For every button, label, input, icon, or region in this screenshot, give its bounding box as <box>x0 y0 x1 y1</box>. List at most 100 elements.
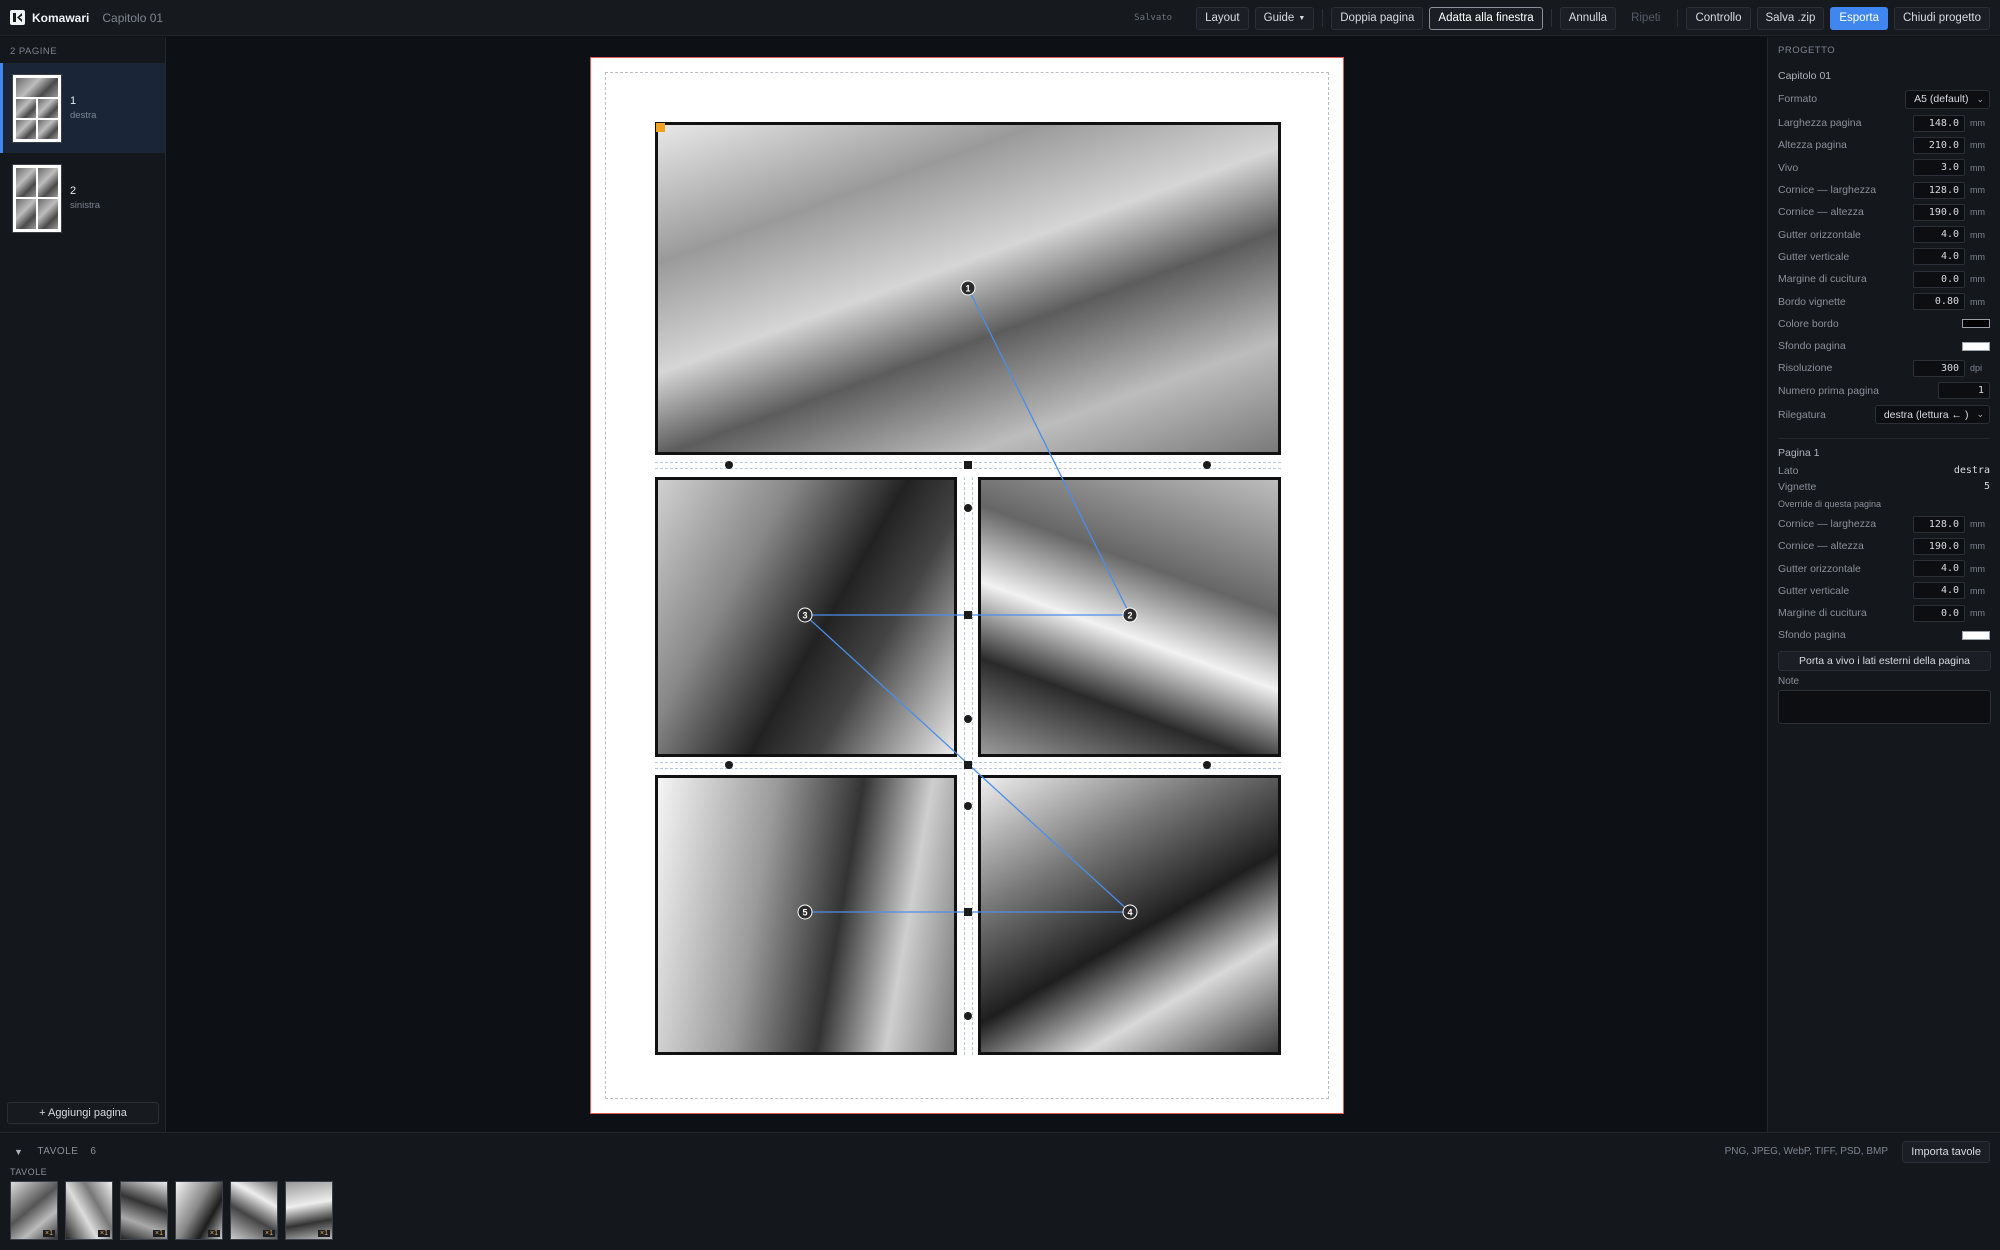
properties-panel: PROGETTO Capitolo 01 Formato A5 (default… <box>1767 37 2000 1132</box>
fit-window-button[interactable]: Adatta alla finestra <box>1429 6 1543 30</box>
artwork-tray: ▼ TAVOLE 6 TAVOLE ×1 ×1 ×1 ×1 ×1 ×1 PNG,… <box>0 1132 2000 1250</box>
notes-label: Note <box>1778 675 1800 687</box>
override-page-bg-label: Sfondo pagina <box>1778 629 1846 642</box>
guides-dropdown[interactable]: Guide ▼ <box>1254 6 1315 30</box>
side-value: destra <box>1953 465 1990 477</box>
page-bg-swatch[interactable] <box>1962 341 1990 351</box>
unit-label: mm <box>1970 118 1985 129</box>
import-artwork-button[interactable]: Importa tavole <box>1902 1141 1990 1163</box>
override-frame-height-input[interactable]: 190.0 <box>1913 537 1965 555</box>
gutter-junction-handle[interactable] <box>964 761 972 769</box>
override-horizontal-gutter-label: Gutter orizzontale <box>1778 562 1861 575</box>
page-item-2[interactable]: 2 sinistra <box>0 153 165 243</box>
override-page-bg-swatch[interactable] <box>1962 630 1990 640</box>
binding-select[interactable]: destra (lettura ← ) ⌄ <box>1874 405 1990 425</box>
save-status: Salvato <box>1134 13 1173 23</box>
field-row: Cornice — larghezza 128.0 mm <box>1778 513 1990 535</box>
save-zip-button[interactable]: Salva .zip <box>1756 6 1825 30</box>
gutter-junction-handle[interactable] <box>964 461 972 469</box>
layout-button[interactable]: Layout <box>1196 6 1249 30</box>
chevron-down-icon: ⌄ <box>1976 93 1984 104</box>
page-thumbnail <box>12 73 62 143</box>
gutter-handle[interactable] <box>725 461 733 469</box>
unit-label: mm <box>1970 563 1985 574</box>
page-side: sinistra <box>70 200 101 211</box>
gutter-handle[interactable] <box>964 802 972 810</box>
collapse-triangle-icon[interactable]: ▼ <box>14 1147 23 1157</box>
field-row: Margine di cucitura 0.0 mm <box>1778 602 1990 624</box>
field-row: Cornice — altezza 190.0 mm <box>1778 535 1990 557</box>
export-button[interactable]: Esporta <box>1830 6 1888 30</box>
panel-order-badge: 3 <box>797 607 813 623</box>
page-number: 2 <box>70 185 77 197</box>
side-row: Lato destra <box>1778 463 1990 479</box>
undo-button[interactable]: Annulla <box>1559 6 1617 30</box>
override-binding-margin-label: Margine di cucitura <box>1778 607 1867 620</box>
override-vertical-gutter-input[interactable]: 4.0 <box>1913 582 1965 600</box>
border-color-row: Colore bordo <box>1778 313 1990 335</box>
field-row: Cornice — larghezza 128.0 mm <box>1778 179 1990 201</box>
first-page-input[interactable]: 1 <box>1938 382 1990 400</box>
format-select[interactable]: A5 (default) ⌄ <box>1905 89 1990 109</box>
panel-border-input[interactable]: 0.80 <box>1913 293 1965 311</box>
field-row: Bordo vignette 0.80 mm <box>1778 290 1990 312</box>
top-bar: Komawari Capitolo 01 Salvato Layout Guid… <box>0 0 2000 36</box>
binding-row: Rilegatura destra (lettura ← ) ⌄ <box>1778 402 1990 428</box>
app-name: Komawari <box>32 10 90 25</box>
bleed-outer-edges-button[interactable]: Porta a vivo i lati esterni della pagina <box>1778 650 1991 671</box>
tray-list-label: TAVOLE <box>10 1167 48 1177</box>
toolbar-separator <box>1550 9 1552 27</box>
frame-height-input[interactable]: 190.0 <box>1913 203 1965 221</box>
supported-formats: PNG, JPEG, WebP, TIFF, PSD, BMP <box>1724 1146 1888 1157</box>
undo-label: Annulla <box>1568 12 1608 24</box>
double-page-button[interactable]: Doppia pagina <box>1331 6 1424 30</box>
override-binding-margin-input[interactable]: 0.0 <box>1913 604 1965 622</box>
artwork-thumbnail[interactable]: ×1 <box>285 1181 333 1240</box>
artwork-thumbnail[interactable]: ×1 <box>10 1181 58 1240</box>
gutter-junction-handle[interactable] <box>964 908 972 916</box>
gutter-handle[interactable] <box>725 761 733 769</box>
gutter-handle[interactable] <box>1203 461 1211 469</box>
page-item-1[interactable]: 1 destra <box>0 63 165 153</box>
binding-margin-label: Margine di cucitura <box>1778 273 1867 286</box>
binding-value: destra (lettura ← ) <box>1883 408 1969 421</box>
frame-width-label: Cornice — larghezza <box>1778 184 1877 197</box>
page-height-input[interactable]: 210.0 <box>1913 136 1965 154</box>
notes-textarea[interactable] <box>1778 689 1991 724</box>
artwork-thumbnail[interactable]: ×1 <box>230 1181 278 1240</box>
add-page-button[interactable]: + Aggiungi pagina <box>7 1102 159 1124</box>
override-horizontal-gutter-input[interactable]: 4.0 <box>1913 560 1965 578</box>
tray-header[interactable]: ▼ TAVOLE 6 <box>14 1146 96 1157</box>
page-bg-row: Sfondo pagina <box>1778 335 1990 357</box>
bleed-input[interactable]: 3.0 <box>1913 159 1965 177</box>
gutter-handle[interactable] <box>964 504 972 512</box>
check-button[interactable]: Controllo <box>1686 6 1751 30</box>
vertical-gutter-input[interactable]: 4.0 <box>1913 248 1965 266</box>
border-color-swatch[interactable] <box>1962 319 1990 329</box>
redo-button[interactable]: Ripeti <box>1622 7 1669 30</box>
editor-canvas[interactable]: 1 2 3 4 5 <box>167 37 1767 1132</box>
unit-label: mm <box>1970 608 1985 619</box>
artwork-thumbnail[interactable]: ×1 <box>65 1181 113 1240</box>
unit-label: mm <box>1970 274 1985 285</box>
gutter-handle[interactable] <box>964 715 972 723</box>
project-name: Capitolo 01 <box>1778 70 1832 82</box>
side-label: Lato <box>1778 464 1799 477</box>
gutter-junction-handle[interactable] <box>964 611 972 619</box>
binding-margin-input[interactable]: 0.0 <box>1913 270 1965 288</box>
gutter-handle[interactable] <box>964 1012 972 1020</box>
unit-label: mm <box>1970 541 1985 552</box>
unit-label: mm <box>1970 585 1985 596</box>
frame-width-input[interactable]: 128.0 <box>1913 181 1965 199</box>
override-frame-width-input[interactable]: 128.0 <box>1913 515 1965 533</box>
gutter-handle[interactable] <box>1203 761 1211 769</box>
artwork-thumbnail[interactable]: ×1 <box>120 1181 168 1240</box>
horizontal-gutter-input[interactable]: 4.0 <box>1913 226 1965 244</box>
close-project-button[interactable]: Chiudi progetto <box>1894 6 1990 30</box>
artwork-thumbnail[interactable]: ×1 <box>175 1181 223 1240</box>
resolution-input[interactable]: 300 <box>1913 359 1965 377</box>
unit-label: mm <box>1970 162 1985 173</box>
page-width-input[interactable]: 148.0 <box>1913 114 1965 132</box>
horizontal-gutter-label: Gutter orizzontale <box>1778 228 1861 241</box>
manga-page[interactable]: 1 2 3 4 5 <box>590 57 1344 1114</box>
